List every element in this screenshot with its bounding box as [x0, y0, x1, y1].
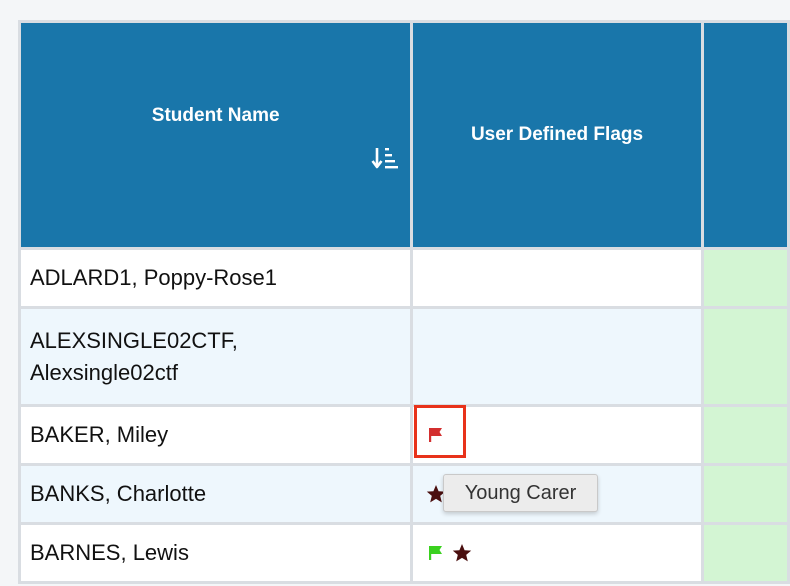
student-name-cell[interactable]: BANKS, Charlotte [17, 463, 414, 525]
table-row[interactable]: BANKS, Charlotte [17, 463, 790, 525]
user-defined-flags-column-header[interactable]: User Defined Flags [410, 20, 704, 250]
next-column-cell [700, 522, 790, 584]
user-defined-flags-header-label: User Defined Flags [470, 124, 644, 145]
tooltip-text: Young Carer [464, 481, 577, 504]
table-header-row: Student Name User Defined Flags [17, 20, 790, 250]
student-name-column-header[interactable]: Student Name [17, 20, 414, 250]
student-name-line-1: ALEXSINGLE02CTF, [30, 327, 238, 353]
students-table: Student Name User Defined Flags ADLARD1,… [17, 20, 790, 584]
next-column-cell [700, 463, 790, 525]
student-name-cell[interactable]: BARNES, Lewis [17, 522, 414, 584]
table-row[interactable]: ADLARD1, Poppy-Rose1 [17, 247, 790, 309]
student-name-header-label: Student Name [151, 105, 280, 126]
flag-icon[interactable] [425, 424, 447, 446]
flags-cell [410, 247, 704, 309]
flag-icon[interactable] [425, 542, 447, 564]
student-name-line-2: Alexsingle02ctf [30, 359, 178, 385]
flags-cell [410, 522, 704, 584]
student-name-cell[interactable]: ALEXSINGLE02CTF, Alexsingle02ctf [17, 306, 414, 407]
table-row[interactable]: ALEXSINGLE02CTF, Alexsingle02ctf [17, 306, 790, 407]
flags-cell [410, 306, 704, 407]
flag-tooltip: Young Carer [443, 474, 598, 512]
next-column-cell [700, 306, 790, 407]
table-row[interactable]: BAKER, Miley [17, 404, 790, 466]
students-table-view: Student Name User Defined Flags ADLARD1,… [0, 0, 790, 586]
student-name-cell[interactable]: BAKER, Miley [17, 404, 414, 466]
table-row[interactable]: BARNES, Lewis [17, 522, 790, 584]
next-column-header[interactable] [700, 20, 790, 250]
flags-cell [410, 404, 704, 466]
student-name-cell[interactable]: ADLARD1, Poppy-Rose1 [17, 247, 414, 309]
star-icon[interactable] [451, 542, 473, 564]
sort-descending-icon[interactable] [370, 145, 402, 171]
next-column-cell [700, 404, 790, 466]
next-column-cell [700, 247, 790, 309]
